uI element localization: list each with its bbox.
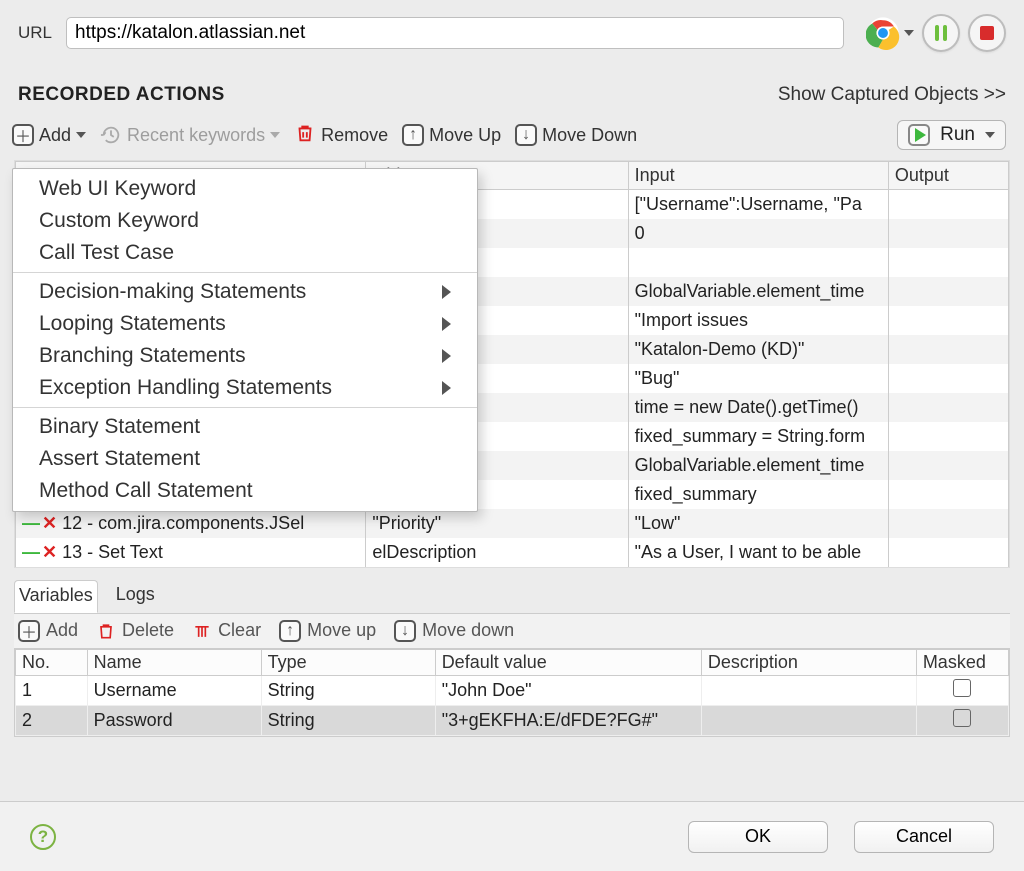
plus-icon: ＋	[18, 620, 40, 642]
vars-clear-button[interactable]: Clear	[192, 620, 261, 641]
variables-toolbar: ＋ Add Delete Clear ↑ Move up ↓ Move down	[14, 613, 1010, 648]
add-button[interactable]: ＋ Add	[12, 124, 86, 146]
dd-web-ui-keyword[interactable]: Web UI Keyword	[13, 173, 477, 205]
ok-button[interactable]: OK	[688, 821, 828, 853]
col-name[interactable]: Name	[87, 649, 261, 675]
pause-button[interactable]	[922, 14, 960, 52]
chevron-down-icon	[76, 132, 86, 138]
help-icon[interactable]: ?	[30, 824, 56, 850]
remove-button[interactable]: Remove	[294, 122, 388, 149]
url-label: URL	[18, 23, 52, 43]
arrow-down-icon: ↓	[394, 620, 416, 642]
trash-icon	[96, 621, 116, 641]
col-output[interactable]: Output	[888, 162, 1008, 190]
checkbox[interactable]	[953, 709, 971, 727]
col-no[interactable]: No.	[16, 649, 88, 675]
arrow-up-icon: ↑	[402, 124, 424, 146]
chevron-down-icon	[985, 132, 995, 138]
dd-assert-statement[interactable]: Assert Statement	[13, 443, 477, 475]
move-up-button[interactable]: ↑ Move Up	[402, 124, 501, 146]
show-captured-link[interactable]: Show Captured Objects >>	[778, 84, 1006, 106]
dd-looping-statements[interactable]: Looping Statements	[13, 308, 477, 340]
chevron-right-icon	[442, 381, 451, 395]
chevron-right-icon	[442, 285, 451, 299]
dd-decision-statements[interactable]: Decision-making Statements	[13, 276, 477, 308]
vars-add-button[interactable]: ＋ Add	[18, 620, 78, 642]
arrow-up-icon: ↑	[279, 620, 301, 642]
dd-method-call-statement[interactable]: Method Call Statement	[13, 475, 477, 507]
dd-binary-statement[interactable]: Binary Statement	[13, 411, 477, 443]
chevron-right-icon	[442, 317, 451, 331]
col-input[interactable]: Input	[628, 162, 888, 190]
stop-button[interactable]	[968, 14, 1006, 52]
add-dropdown: Web UI Keyword Custom Keyword Call Test …	[12, 168, 478, 512]
url-row: URL	[0, 0, 1024, 56]
table-row[interactable]: 2PasswordString"3+gEKFHA:E/dFDE?FG#"	[16, 705, 1009, 735]
chevron-down-icon	[270, 132, 280, 138]
variables-table[interactable]: No. Name Type Default value Description …	[14, 648, 1010, 737]
recent-keywords-button[interactable]: Recent keywords	[100, 124, 280, 146]
dd-exception-statements[interactable]: Exception Handling Statements	[13, 372, 477, 404]
plus-icon: ＋	[12, 124, 34, 146]
col-type[interactable]: Type	[261, 649, 435, 675]
separator	[13, 272, 477, 273]
vars-delete-button[interactable]: Delete	[96, 620, 174, 641]
col-desc[interactable]: Description	[701, 649, 916, 675]
run-button[interactable]: Run	[897, 120, 1006, 150]
chevron-right-icon	[442, 349, 451, 363]
vars-move-down-button[interactable]: ↓ Move down	[394, 620, 514, 642]
tab-variables[interactable]: Variables	[14, 580, 98, 613]
chrome-icon	[866, 16, 900, 50]
remove-label: Remove	[321, 125, 388, 146]
checkbox[interactable]	[953, 679, 971, 697]
stop-icon	[980, 26, 994, 40]
trash-icon	[294, 122, 316, 149]
cancel-button[interactable]: Cancel	[854, 821, 994, 853]
table-row[interactable]: —✕ 13 - Set TextelDescription"As a User,…	[16, 538, 1009, 567]
url-input[interactable]	[66, 17, 844, 49]
browser-picker[interactable]	[866, 16, 914, 50]
table-row[interactable]: —✕ 12 - com.jira.components.JSel"Priorit…	[16, 509, 1009, 538]
move-down-label: Move Down	[542, 125, 637, 146]
move-up-label: Move Up	[429, 125, 501, 146]
dd-custom-keyword[interactable]: Custom Keyword	[13, 205, 477, 237]
separator	[13, 407, 477, 408]
pause-icon	[935, 25, 947, 41]
dialog-footer: ? OK Cancel	[0, 801, 1024, 871]
chevron-down-icon	[904, 30, 914, 36]
move-down-button[interactable]: ↓ Move Down	[515, 124, 637, 146]
recent-label: Recent keywords	[127, 125, 265, 146]
actions-toolbar: ＋ Add Recent keywords Remove ↑ Move Up ↓…	[0, 112, 1024, 156]
col-masked[interactable]: Masked	[916, 649, 1008, 675]
arrow-down-icon: ↓	[515, 124, 537, 146]
tab-logs[interactable]: Logs	[112, 580, 159, 613]
table-row[interactable]: 1UsernameString"John Doe"	[16, 675, 1009, 705]
dd-call-test-case[interactable]: Call Test Case	[13, 237, 477, 269]
col-default[interactable]: Default value	[435, 649, 701, 675]
bottom-tabs: Variables Logs	[0, 568, 1024, 613]
run-label: Run	[940, 124, 975, 146]
history-icon	[100, 124, 122, 146]
add-label: Add	[39, 125, 71, 146]
recorded-actions-title: RECORDED ACTIONS	[18, 84, 225, 106]
clear-icon	[192, 621, 212, 641]
play-icon	[908, 124, 930, 146]
dd-branching-statements[interactable]: Branching Statements	[13, 340, 477, 372]
vars-move-up-button[interactable]: ↑ Move up	[279, 620, 376, 642]
